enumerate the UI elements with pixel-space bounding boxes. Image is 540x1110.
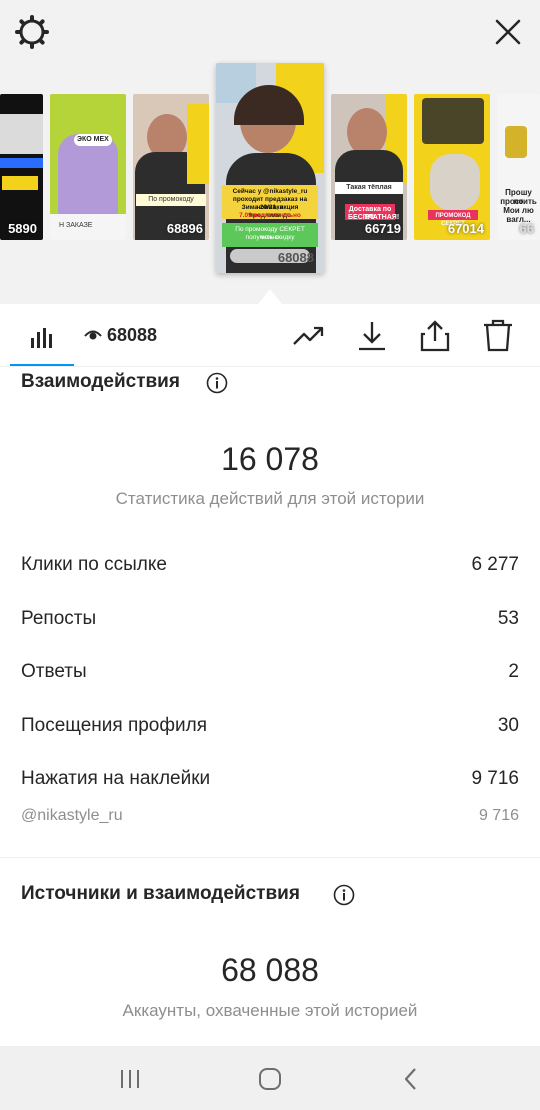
share-icon — [420, 320, 450, 352]
story-thumbnail[interactable]: ПРОМОКОД СЕКРЕТ 67014 — [414, 94, 490, 240]
eye-icon — [84, 330, 102, 340]
recent-apps-icon — [121, 1070, 139, 1088]
stat-value: 6 277 — [471, 554, 519, 575]
stat-label: Нажатия на наклейки — [21, 768, 211, 789]
story-caption: Н ЗАКАЗЕ — [59, 222, 93, 229]
download-icon — [359, 322, 385, 351]
reach-count: 68088 — [107, 324, 158, 345]
story-caption: Такая тёплая — [335, 182, 403, 194]
selected-pointer — [258, 289, 282, 304]
stat-row-shares: Репосты 53 — [21, 604, 519, 634]
story-thumbnail-selected[interactable]: Сейчас у @nikastyle_ru проходит предзака… — [216, 63, 324, 273]
stat-row-link-clicks: Клики по ссылке 6 277 — [21, 550, 519, 580]
story-caption: По промокоду — [136, 194, 206, 206]
recent-apps-button[interactable] — [115, 1064, 145, 1094]
view-count: 5890 — [8, 221, 37, 236]
home-button[interactable] — [255, 1064, 285, 1094]
stat-label: Ответы — [21, 661, 87, 682]
stat-label: Репосты — [21, 608, 97, 629]
system-nav-bar — [0, 1046, 540, 1110]
interactions-info-button[interactable] — [206, 372, 228, 394]
view-count: 68088 — [277, 250, 314, 265]
settings-button[interactable] — [12, 12, 52, 52]
view-count: 66 — [519, 221, 534, 236]
back-icon — [404, 1068, 416, 1090]
back-button[interactable] — [396, 1064, 426, 1094]
story-thumbnail[interactable]: Такая тёплая Доставка по РФ БЕСПЛАТНАЯ! … — [331, 94, 407, 240]
stat-row-replies: Ответы 2 — [21, 657, 519, 687]
story-thumbnail[interactable]: Прошу по простить Мои лю вагл... 66 — [497, 94, 540, 240]
info-icon — [206, 372, 228, 394]
mention-value: 9 716 — [478, 807, 519, 824]
trash-icon — [484, 319, 512, 352]
stat-value: 2 — [508, 661, 519, 682]
stat-row-sticker-taps: Нажатия на наклейки 9 716 — [21, 764, 519, 794]
bar-chart-icon — [31, 328, 52, 348]
trending-up-icon — [293, 326, 324, 345]
story-thumbnail[interactable]: По промокоду 68896 — [133, 94, 209, 240]
gear-icon — [15, 15, 49, 49]
stat-value: 30 — [497, 715, 519, 736]
view-count: 68896 — [166, 221, 203, 236]
view-count: 67014 — [447, 221, 484, 236]
viewers-tab[interactable]: 68088 — [84, 323, 157, 347]
stat-label: Клики по ссылке — [21, 554, 167, 575]
interactions-total: 16 078 — [221, 441, 319, 477]
insights-tab[interactable] — [24, 318, 60, 354]
home-icon — [259, 1068, 281, 1090]
close-button[interactable] — [488, 12, 528, 52]
story-thumbnail[interactable]: ЭКО МЕХ Н ЗАКАЗЕ — [50, 94, 126, 240]
promote-button[interactable] — [291, 318, 327, 354]
story-toolbar: 68088 — [0, 304, 540, 367]
delete-button[interactable] — [480, 318, 516, 354]
stat-value: 9 716 — [471, 768, 519, 789]
sources-caption: Аккаунты, охваченные этой историей — [122, 1001, 418, 1020]
sticker-mention-row[interactable]: @nikastyle_ru 9 716 — [21, 804, 519, 828]
stat-value: 53 — [497, 608, 519, 629]
view-count: 66719 — [364, 221, 401, 236]
close-icon — [495, 19, 521, 45]
section-divider — [0, 857, 540, 858]
story-strip: 5890 ЭКО МЕХ Н ЗАКАЗЕ По промокоду 68896… — [0, 0, 540, 304]
story-caption: 7.09 включительно — [239, 212, 301, 219]
active-tab-indicator — [10, 364, 74, 366]
download-button[interactable] — [354, 318, 390, 354]
share-button[interactable] — [417, 318, 453, 354]
mention-label: @nikastyle_ru — [21, 807, 123, 824]
sources-total: 68 088 — [221, 952, 319, 988]
story-caption: получить скидку — [245, 234, 295, 241]
story-caption: ЭКО МЕХ — [74, 134, 112, 146]
stat-label: Посещения профиля — [21, 715, 207, 736]
story-thumbnails: 5890 ЭКО МЕХ Н ЗАКАЗЕ По промокоду 68896… — [0, 60, 540, 304]
sources-info-button[interactable] — [333, 884, 355, 906]
sources-title: Источники и взаимодействия — [21, 883, 300, 904]
info-icon — [333, 884, 355, 906]
interactions-caption: Статистика действий для этой истории — [115, 489, 425, 508]
interactions-title: Взаимодействия — [21, 371, 180, 392]
stat-row-profile-visits: Посещения профиля 30 — [21, 711, 519, 741]
story-thumbnail[interactable]: 5890 — [0, 94, 43, 240]
